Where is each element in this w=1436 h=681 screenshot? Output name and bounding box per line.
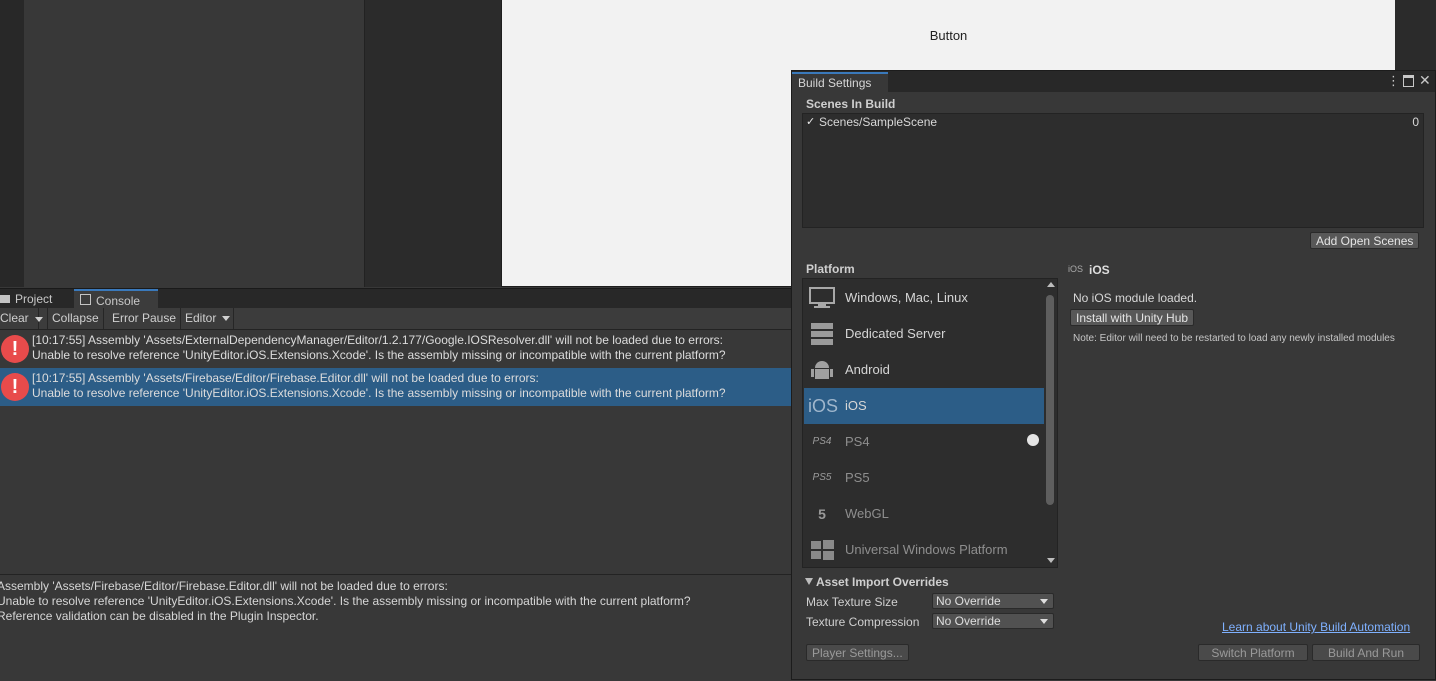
player-settings-button[interactable]: Player Settings... [806,644,909,661]
scene-name[interactable]: Scenes/SampleScene [819,115,937,129]
chevron-down-icon [35,317,43,322]
foldout-arrow-icon[interactable] [805,578,813,585]
chevron-down-icon [222,316,230,321]
log-line-2: Unable to resolve reference 'UnityEditor… [32,348,726,362]
platform-item-uwp[interactable]: Universal Windows Platform [804,532,1044,567]
log-line-2: Unable to resolve reference 'UnityEditor… [32,386,726,400]
texture-compression-label: Texture Compression [806,615,920,629]
console-toolbar: Clear Collapse Error Pause Editor [0,308,792,330]
platform-label-uwp: Universal Windows Platform [845,542,1008,557]
error-icon: ! [1,335,29,363]
platform-item-windows-mac-linux[interactable]: Windows, Mac, Linux [804,280,1044,316]
log-line-1: [10:17:55] Assembly 'Assets/Firebase/Edi… [32,371,539,385]
platform-item-ps4[interactable]: PS4 PS4 [804,424,1044,460]
switch-platform-button[interactable]: Switch Platform [1198,644,1308,661]
platform-item-android[interactable]: Android [804,352,1044,388]
console-icon [80,294,91,305]
scene-view-margin [365,0,501,287]
html5-icon: 5 [818,506,826,522]
platform-label-ios: iOS [845,398,867,413]
console-log-list[interactable]: ! [10:17:55] Assembly 'Assets/ExternalDe… [0,330,792,573]
chevron-down-icon [1040,599,1048,604]
detail-line-2: Unable to resolve reference 'UnityEditor… [0,594,691,608]
ios-header-icon: iOS [1068,264,1084,274]
platform-label: Platform [806,262,855,276]
collapse-button[interactable]: Collapse [48,308,104,329]
add-open-scenes-button[interactable]: Add Open Scenes [1310,232,1420,249]
console-tab-bar: Project Console [0,288,792,311]
hierarchy-pane [24,0,365,287]
android-icon [808,358,836,382]
platform-label-ps5: PS5 [845,470,870,485]
platform-item-ps5[interactable]: PS5 PS5 [804,460,1044,496]
log-entry-selected[interactable]: ! [10:17:55] Assembly 'Assets/Firebase/E… [0,368,792,406]
platform-label-windows-mac-linux: Windows, Mac, Linux [845,290,968,305]
platform-list[interactable]: Windows, Mac, Linux Dedicated Server And… [802,278,1058,568]
left-pane [0,0,24,287]
no-module-message: No iOS module loaded. [1073,291,1198,305]
platform-label-ps4: PS4 [845,434,870,449]
ps4-icon: PS4 [812,436,832,447]
console-detail-pane: Assembly 'Assets/Firebase/Editor/Firebas… [0,574,792,681]
asset-import-overrides-label[interactable]: Asset Import Overrides [816,575,949,589]
texture-compression-value: No Override [936,614,1001,628]
scroll-down-icon[interactable] [1047,558,1055,563]
platform-scrollbar-thumb[interactable] [1046,295,1054,505]
tab-project-label: Project [15,292,53,306]
game-button-label[interactable]: Button [502,28,1395,43]
max-texture-size-dropdown[interactable]: No Override [932,593,1054,609]
scroll-up-icon[interactable] [1047,282,1055,287]
detail-line-3: Reference validation can be disabled in … [0,609,319,623]
scenes-in-build-label: Scenes In Build [806,97,896,111]
build-settings-tab[interactable]: Build Settings [792,72,888,92]
max-texture-size-value: No Override [936,594,1001,608]
build-settings-window: Build Settings ⋮ ✕ Scenes In Build ✓ Sce… [791,70,1436,680]
clear-options-dropdown[interactable] [31,308,48,329]
error-icon: ! [1,373,29,401]
more-options-icon[interactable]: ⋮ [1387,74,1400,88]
scene-checkbox[interactable]: ✓ [806,117,816,128]
folder-icon [0,295,10,303]
ios-header: iOS [1089,263,1110,277]
scenes-list[interactable]: ✓ Scenes/SampleScene 0 [802,113,1424,228]
platform-label-dedicated-server: Dedicated Server [845,326,946,341]
log-entry[interactable]: ! [10:17:55] Assembly 'Assets/ExternalDe… [0,330,792,368]
platform-item-ios[interactable]: iOS iOS [804,388,1044,424]
detail-line-1: Assembly 'Assets/Firebase/Editor/Firebas… [0,579,448,593]
texture-compression-dropdown[interactable]: No Override [932,613,1054,629]
server-icon [808,322,836,346]
platform-item-dedicated-server[interactable]: Dedicated Server [804,316,1044,352]
tab-project[interactable]: Project [0,290,58,309]
editor-dropdown[interactable]: Editor [181,308,234,329]
scene-index: 0 [1412,115,1419,129]
ps5-icon: PS5 [812,472,832,483]
platform-item-webgl[interactable]: 5 WebGL [804,496,1044,532]
platform-label-android: Android [845,362,890,377]
tab-console-label: Console [96,294,141,308]
ios-icon: iOS [808,396,839,416]
learn-build-automation-link[interactable]: Learn about Unity Build Automation [1222,620,1410,634]
platform-label-webgl: WebGL [845,506,889,521]
editor-dropdown-label: Editor [185,311,217,325]
error-pause-button[interactable]: Error Pause [108,308,182,329]
monitor-icon [808,286,836,310]
close-icon[interactable]: ✕ [1419,73,1431,87]
install-with-unity-hub-button[interactable]: Install with Unity Hub [1070,309,1195,326]
chevron-down-icon [1040,619,1048,624]
max-texture-size-label: Max Texture Size [806,595,898,609]
restart-note: Note: Editor will need to be restarted t… [1073,333,1395,344]
build-settings-titlebar: Build Settings ⋮ ✕ [792,71,1435,92]
unity-icon [1027,434,1039,446]
maximize-icon[interactable] [1403,75,1414,87]
build-and-run-button[interactable]: Build And Run [1312,644,1420,661]
log-line-1: [10:17:55] Assembly 'Assets/ExternalDepe… [32,333,723,347]
windows-icon [808,538,836,562]
